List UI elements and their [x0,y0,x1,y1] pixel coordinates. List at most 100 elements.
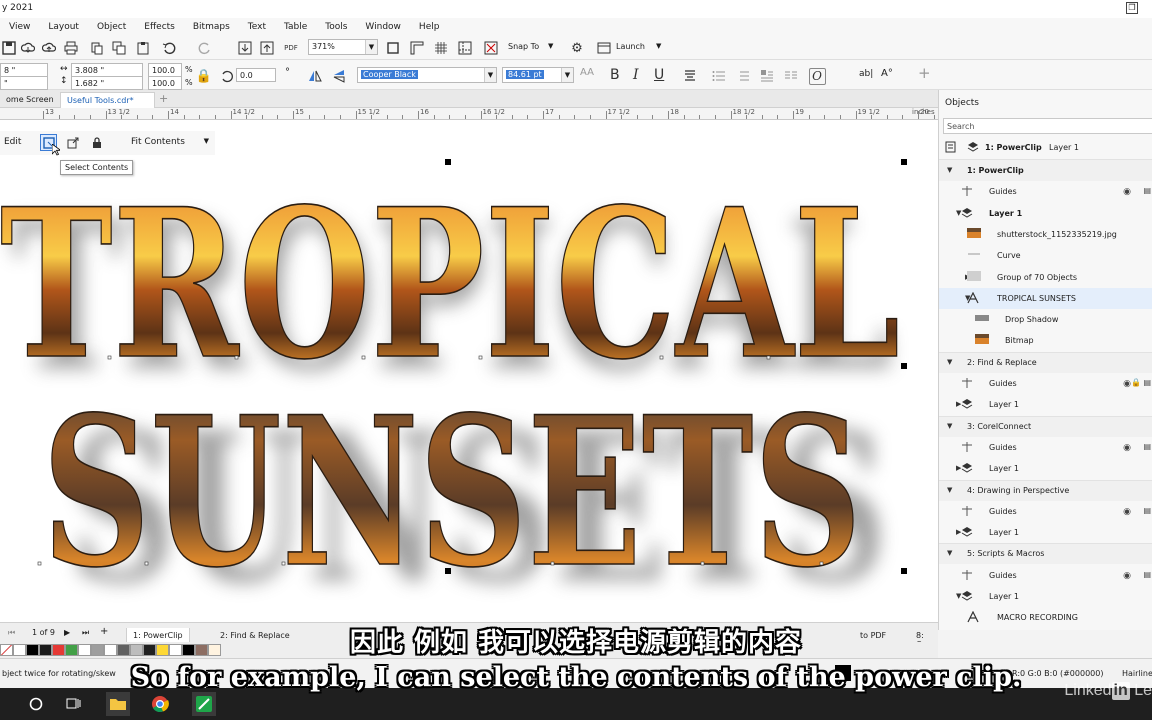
objects-row-layer[interactable]: ▶ Layer 1 [939,394,1152,415]
menu-object[interactable]: Object [88,22,135,32]
menu-effects[interactable]: Effects [135,22,184,32]
mirror-vertical-icon[interactable] [330,67,348,85]
printable-icon[interactable]: ▤ [1143,442,1151,451]
underline-button[interactable]: U [654,67,664,83]
zoom-level-dropdown[interactable]: 371% ▼ [308,39,378,55]
export-icon[interactable] [258,39,276,57]
snap-to-label[interactable]: Snap To [508,42,539,51]
objects-row-page[interactable]: ▼ 2: Find & Replace [939,351,1152,373]
cut-icon[interactable] [88,39,106,57]
tropical-sunsets-text[interactable]: TROPICAL SUNSETS [0,164,901,614]
print-icon[interactable] [62,39,80,57]
edit-powerclip-button[interactable]: Edit [4,137,21,147]
bullet-list-icon[interactable] [710,67,728,85]
collapse-chevron-icon[interactable]: ▼ [947,549,952,557]
collapse-chevron-icon[interactable]: ▼ [947,166,952,174]
menu-help[interactable]: Help [410,22,449,32]
paste-icon[interactable] [134,39,152,57]
file-explorer-icon[interactable] [106,692,130,716]
show-page-border-icon[interactable] [482,39,500,57]
options-gear-icon[interactable]: ⚙ [568,39,586,57]
printable-icon[interactable]: ▤ [1143,186,1151,195]
text-columns-icon[interactable] [782,67,800,85]
height-field[interactable]: 1.682 " [71,76,143,90]
objects-row-page[interactable]: ▼ 3: CorelConnect [939,415,1152,437]
printable-icon[interactable]: ▤ [1143,506,1151,515]
visibility-eye-icon[interactable]: ◉ [1123,187,1131,197]
rotate-icon[interactable] [218,67,236,85]
visibility-eye-icon[interactable]: ◉ [1123,443,1131,453]
fit-contents-dropdown[interactable]: Fit Contents ▼ [117,135,213,151]
objects-row-layer[interactable]: ▼ Layer 1 [939,203,1152,224]
menu-bitmaps[interactable]: Bitmaps [184,22,239,32]
lock-icon[interactable]: 🔒 [1131,378,1141,387]
objects-row-guides[interactable]: Guides ◉ 🔒 ▤ [939,373,1152,394]
task-view-icon[interactable] [62,692,86,716]
extract-contents-button[interactable] [64,134,81,151]
menu-table[interactable]: Table [275,22,316,32]
horizontal-ruler[interactable]: 13 13 1/2 14 14 1/2 15 15 1/2 16 16 1/2 17 17 1/2… [0,108,938,120]
visibility-eye-icon[interactable]: ◉ [1123,379,1131,389]
edit-text-button[interactable]: ab| [859,69,873,79]
visibility-eye-icon[interactable]: ◉ [1123,571,1131,581]
x-position-field[interactable]: 8 " [0,63,48,77]
printable-icon[interactable]: ▤ [1143,378,1151,387]
full-screen-icon[interactable] [384,39,402,57]
new-tab-button[interactable]: + [153,92,174,108]
menu-tools[interactable]: Tools [316,22,356,32]
publish-pdf-icon[interactable]: PDF [282,39,300,57]
objects-row-guides[interactable]: Guides ◉ ▤ [939,565,1152,586]
scale-height-field[interactable]: 100.0 [148,76,182,90]
cortana-icon[interactable] [24,692,48,716]
launch-label[interactable]: Launch [616,42,645,51]
text-align-icon[interactable] [681,67,699,85]
objects-row-layer[interactable]: ▼ Layer 1 [939,586,1152,607]
objects-row-bitmap[interactable]: Bitmap [939,330,1152,351]
collapse-chevron-icon[interactable]: ▼ [947,422,952,430]
text-properties-icon[interactable]: O [808,67,826,85]
italic-button[interactable]: I [633,67,639,83]
objects-row-bitmap[interactable]: shutterstock_1152335219.jpg [939,224,1152,245]
show-guidelines-icon[interactable] [456,39,474,57]
objects-search-input[interactable]: Search [943,118,1152,134]
menu-text[interactable]: Text [239,22,275,32]
objects-row-layer[interactable]: ▶ Layer 1 [939,522,1152,543]
restore-window-icon[interactable]: ❐ [1126,2,1138,14]
copy-icon[interactable] [110,39,128,57]
printable-icon[interactable]: ▤ [1143,570,1151,579]
chrome-icon[interactable] [148,692,172,716]
character-formatting-button[interactable]: A° [881,68,893,79]
cloud-upload-icon[interactable] [40,39,58,57]
import-icon[interactable] [236,39,254,57]
drop-cap-icon[interactable] [758,67,776,85]
objects-row-page[interactable]: ▼ 1: PowerClip [939,160,1152,181]
lock-contents-button[interactable] [88,134,105,151]
y-position-field[interactable]: " [0,76,48,90]
objects-row-curve[interactable]: Curve [939,245,1152,266]
menu-window[interactable]: Window [356,22,410,32]
objects-row-guides[interactable]: Guides ◉ ▤ [939,437,1152,458]
show-rulers-icon[interactable] [408,39,426,57]
redo-icon[interactable] [196,39,214,57]
objects-row-drop-shadow[interactable]: Drop Shadow [939,309,1152,330]
menu-view[interactable]: View [0,22,39,32]
add-toolbar-item-button[interactable]: + [918,64,931,82]
mirror-horizontal-icon[interactable] [306,67,324,85]
objects-row-page[interactable]: ▼ 5: Scripts & Macros [939,543,1152,565]
launch-icon[interactable] [595,39,613,57]
coreldraw-icon[interactable] [192,692,216,716]
cloud-download-icon[interactable] [19,39,37,57]
lock-ratio-icon[interactable]: 🔒 [195,67,213,85]
objects-row-group[interactable]: ▶Group of 70 Objects [939,267,1152,288]
font-size-dropdown[interactable]: 84.61 pt ▼ [502,67,574,83]
scale-width-field[interactable]: 100.0 [148,63,182,77]
objects-row-page[interactable]: ▼ 4: Drawing in Perspective [939,479,1152,501]
objects-row-layer[interactable]: ▶ Layer 1 [939,458,1152,479]
rotation-field[interactable]: 0.0 [236,68,276,82]
chevron-down-icon[interactable]: ▼ [656,42,661,50]
chevron-down-icon[interactable]: ▼ [548,42,553,50]
tab-useful-tools[interactable]: Useful Tools.cdr* [60,92,155,108]
bold-button[interactable]: B [610,67,620,83]
show-grid-icon[interactable] [432,39,450,57]
numbered-list-icon[interactable] [734,67,752,85]
